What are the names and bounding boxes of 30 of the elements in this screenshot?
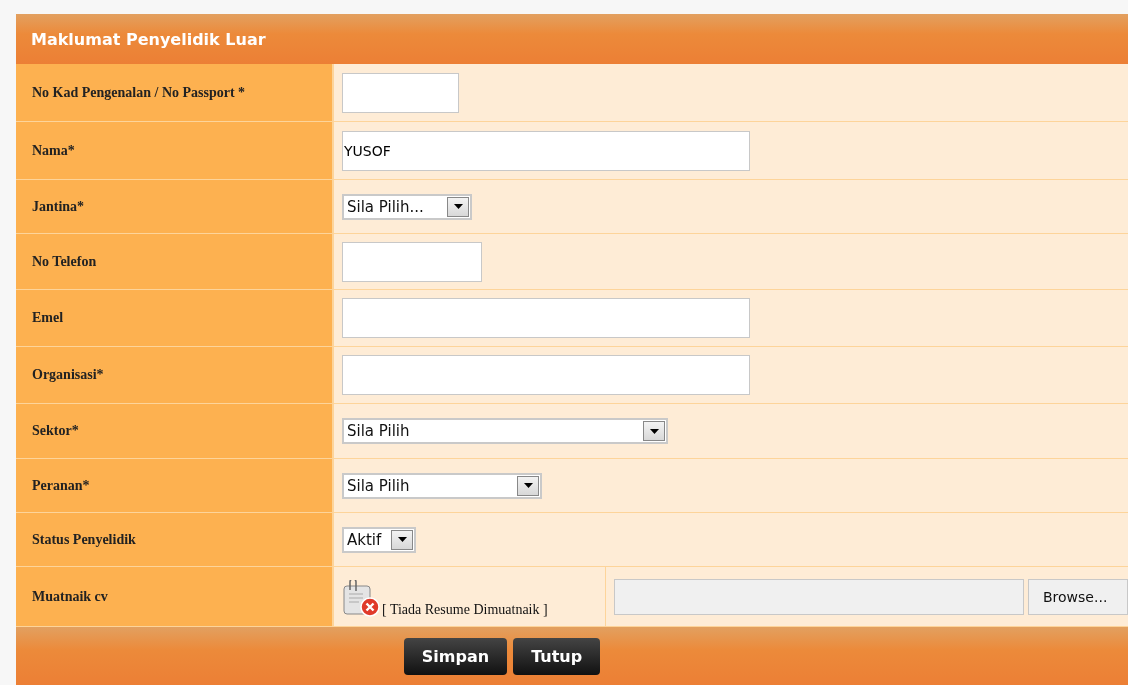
- file-path-field[interactable]: [614, 578, 1024, 615]
- field-label: No Telefon: [32, 253, 97, 270]
- field-label: Muatnaik cv: [32, 588, 108, 605]
- no-attachment-icon: [342, 580, 380, 618]
- panel-title: Maklumat Penyelidik Luar: [31, 29, 266, 49]
- text-field[interactable]: [342, 298, 750, 338]
- text-field[interactable]: YUSOF: [342, 130, 750, 171]
- upload-status: [ Tiada Resume Dimuatnaik ]: [382, 602, 548, 618]
- dropdown-field[interactable]: Sila Pilih: [342, 472, 542, 499]
- field-label: Peranan*: [32, 477, 90, 494]
- dropdown-arrow-icon: [453, 204, 463, 209]
- field-label: Status Penyelidik: [32, 531, 136, 548]
- field-label: Organisasi*: [32, 367, 104, 383]
- text-field[interactable]: [342, 241, 482, 282]
- dropdown-field[interactable]: Sila Pilih...: [342, 193, 472, 220]
- field-label: Nama*: [32, 142, 75, 159]
- field-label: Emel: [32, 310, 64, 326]
- text-field[interactable]: [342, 355, 750, 395]
- field-label: No Kad Pengenalan / No Passport *: [32, 84, 246, 101]
- field-label: Sektor*: [32, 423, 79, 439]
- field-label: Jantina*: [32, 198, 85, 215]
- dropdown-field[interactable]: Sila Pilih: [342, 418, 668, 444]
- dropdown-arrow-icon: [523, 483, 533, 488]
- form-button[interactable]: Simpan: [403, 637, 508, 675]
- dropdown-arrow-icon: [397, 537, 407, 542]
- dropdown-field[interactable]: Aktif: [342, 526, 416, 553]
- text-field[interactable]: [342, 72, 459, 113]
- form-button[interactable]: Tutup: [513, 637, 601, 675]
- browse-button[interactable]: Browse...: [1028, 578, 1128, 615]
- dropdown-arrow-icon: [649, 428, 659, 434]
